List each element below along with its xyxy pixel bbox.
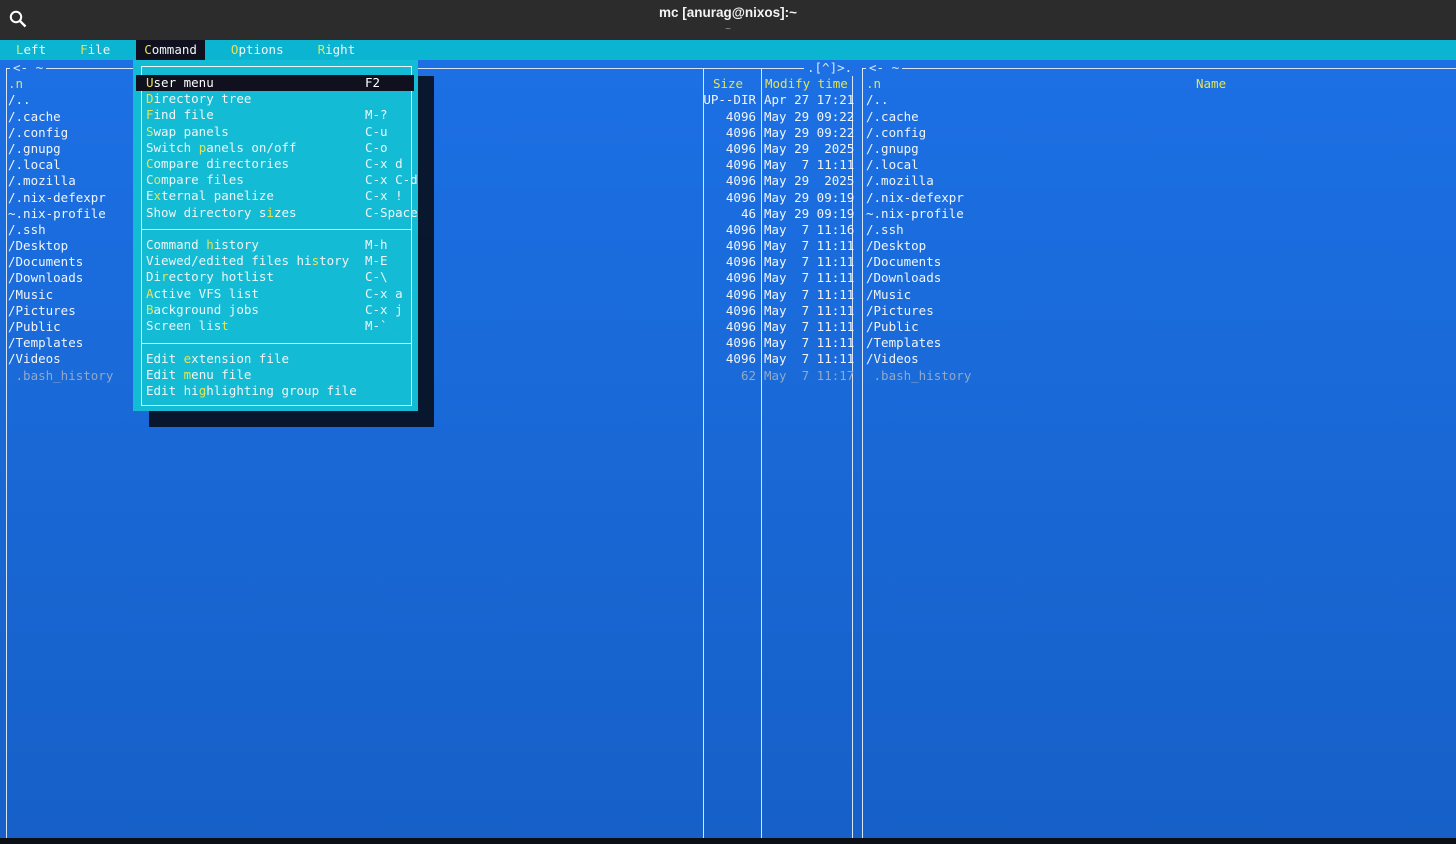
menu-item-shortcut: C-x a [365,285,403,301]
file-row-gnupg[interactable]: /.gnupg [860,141,1456,157]
file-row-public[interactable]: /Public [860,319,1456,335]
window-title: mc [anurag@nixos]:~ [658,5,798,20]
menubar-item-command[interactable]: Command [136,40,205,60]
menubar-item-file[interactable]: File [80,40,110,60]
menu-item-swap-panels[interactable]: Swap panels C-u [136,124,414,140]
file-row-pictures[interactable]: /Pictures [860,303,1456,319]
menu-item-shortcut: M-E [365,253,388,269]
menu-item-shortcut: C-x ! [365,188,403,204]
right-panel-top-border [862,68,1456,69]
file-row-nix-profile[interactable]: ~.nix-profile [860,206,1456,222]
menubar-item-options[interactable]: Options [231,40,284,60]
menu-item-find-file[interactable]: Find file M-? [136,107,414,123]
file-row-templates[interactable]: /Templates [860,335,1456,351]
window-headerbar: mc [anurag@nixos]:~ ~ [0,0,1456,40]
menu-separator [141,229,412,230]
file-row-ssh[interactable]: /.ssh [860,222,1456,238]
menu-item-shortcut: C-Space [365,204,418,220]
menu-item-shortcut: C-x d [365,155,403,171]
menu-item-edit-menu-file[interactable]: Edit menu file [136,367,414,383]
menu-item-shortcut: C-x j [365,301,403,317]
menu-item-compare-files[interactable]: Compare files C-x C-d [136,172,418,188]
right-name-header[interactable]: Name [1196,76,1226,92]
menu-item-shortcut: F2 [365,75,381,90]
menu-item-active-vfs-list[interactable]: Active VFS list C-x a [136,286,414,302]
menu-item-edit-highlighting-group-file[interactable]: Edit highlighting group file [136,383,414,399]
left-size-header[interactable]: Size [700,76,756,92]
menu-item-edit-extension-file[interactable]: Edit extension file [136,351,414,367]
menu-separator [141,343,412,344]
file-row-videos[interactable]: /Videos [860,351,1456,367]
file-row-bash-history[interactable]: .bash_history [860,368,1456,384]
menu-item-switch-panels-on-off[interactable]: Switch panels on/off C-o [136,140,414,156]
menu-item-shortcut: M-` [365,317,388,333]
file-row-cache[interactable]: /.cache [860,109,1456,125]
menubar-item-right[interactable]: Right [318,40,356,60]
file-row-local[interactable]: /.local [860,157,1456,173]
file-row-documents[interactable]: /Documents [860,254,1456,270]
file-row-downloads[interactable]: /Downloads [860,270,1456,286]
left-sort-indicator[interactable]: .n [8,76,23,92]
menu-item-external-panelize[interactable]: External panelize C-x ! [136,188,414,204]
menu-item-shortcut: C-u [365,123,388,139]
menu-item-viewed-edited-files-history[interactable]: Viewed/edited files history M-E [136,253,414,269]
menu-item-user-menu[interactable]: User menu F2 [136,75,414,92]
right-sort-indicator[interactable]: .n [866,76,881,92]
left-panel-nav-controls[interactable]: .[^]>. [804,60,856,77]
left-mtime-header[interactable]: Modify time [765,76,848,92]
menu-item-shortcut: C-x C-d [365,172,418,188]
window-subtitle: ~ [725,24,731,35]
menu-item-directory-tree[interactable]: Directory tree [136,91,414,107]
right-file-list: /../.cache/.config/.gnupg/.local/.mozill… [860,92,1456,383]
menu-item-shortcut: M-h [365,237,388,252]
command-dropdown-menu: User menu F2 Directory tree Find file M-? Swa… [133,60,418,411]
menu-item-shortcut: C-o [365,139,388,155]
menu-item-show-directory-sizes[interactable]: Show directory sizes C-Space [136,205,418,221]
menu-item-screen-list[interactable]: Screen list M-` [136,318,414,334]
file-row-desktop[interactable]: /Desktop [860,238,1456,254]
file-row-music[interactable]: /Music [860,287,1456,303]
menubar-item-left[interactable]: Left [16,40,46,60]
menu-item-command-history[interactable]: Command history M-h [136,237,414,253]
mc-terminal-window: mc [anurag@nixos]:~ ~ Left File Command Opt… [0,0,1456,844]
menu-item-shortcut: C-\ [365,269,388,285]
right-panel-path[interactable]: <- ~ [866,60,903,77]
menu-item-directory-hotlist[interactable]: Directory hotlist C-\ [136,269,414,285]
left-panel-path[interactable]: <- ~ [10,60,47,77]
file-row-config[interactable]: /.config [860,125,1456,141]
menu-item-compare-directories[interactable]: Compare directories C-x d [136,156,414,172]
bottom-strip [0,838,1456,844]
file-row-nix-defexpr[interactable]: /.nix-defexpr [860,190,1456,206]
menu-item-background-jobs[interactable]: Background jobs C-x j [136,302,414,318]
menu-item-shortcut: M-? [365,107,388,123]
menu-bar: Left File Command Options Right [0,40,1456,60]
file-row-mozilla[interactable]: /.mozilla [860,173,1456,189]
file-row-[interactable]: /.. [860,92,1456,108]
